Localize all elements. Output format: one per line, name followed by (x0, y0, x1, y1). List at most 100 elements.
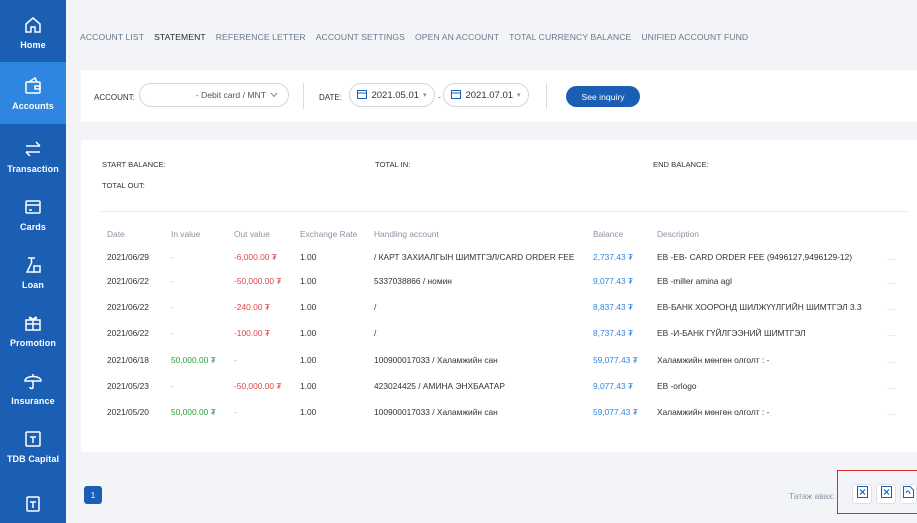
row-more-button[interactable]: ... (887, 302, 897, 312)
cell-handling-account: 100900017033 / Халамжийн сан (374, 407, 498, 417)
cell-balance: 9,077.43 ₮ (593, 276, 634, 286)
date-from-value: 2021.05.01 (371, 89, 420, 101)
see-inquiry-button[interactable]: See inquiry (566, 86, 640, 107)
column-header-description: Description (657, 229, 699, 239)
table-row[interactable]: 2021/06/22 - -100.00 ₮ 1.00 / 8,737.43 ₮ ЕВ -И… (81, 322, 917, 346)
date-label: DATE: (319, 93, 342, 102)
cell-description: Халамжийн мөнгөн олголт : - (657, 407, 770, 417)
tab-account-settings[interactable]: ACCOUNT SETTINGS (316, 32, 405, 46)
sidebar-item-promotion[interactable]: Promotion (0, 302, 66, 358)
cell-in-value: - (171, 302, 174, 312)
divider (303, 83, 304, 109)
date-from-picker[interactable]: 2021.05.01 ▾ (349, 83, 435, 107)
column-header-handling-account: Handling account (374, 229, 439, 239)
end-balance-label: END BALANCE: (653, 160, 709, 169)
cell-date: 2021/06/22 (107, 276, 149, 286)
cell-date: 2021/06/22 (107, 302, 149, 312)
sidebar: Home Accounts Transaction Cards Loan Pro… (0, 0, 66, 523)
cell-balance: 2,737.43 ₮ (593, 252, 634, 262)
sidebar-item-documents[interactable] (0, 478, 66, 523)
cell-handling-account: 423024425 / АМИНА ЭНХБААТАР (374, 381, 505, 391)
cell-exchange-rate: 1.00 (300, 355, 317, 365)
sidebar-item-label: Insurance (11, 396, 55, 406)
sidebar-item-cards[interactable]: Cards (0, 186, 66, 242)
download-highlight-box (837, 470, 917, 514)
cell-out-value: -240.00 ₮ (234, 302, 270, 312)
tab-statement[interactable]: STATEMENT (154, 32, 206, 46)
cell-out-value: -50,000.00 ₮ (234, 276, 282, 286)
download-label: Татаж авах: (789, 491, 835, 501)
filter-panel: ACCOUNT: - Debit card / MNT DATE: 2021.0… (81, 70, 917, 122)
sidebar-item-loan[interactable]: Loan (0, 244, 66, 300)
cell-date: 2021/05/23 (107, 381, 149, 391)
cell-out-value: -6,000.00 ₮ (234, 252, 277, 262)
row-more-button[interactable]: ... (887, 252, 897, 262)
cell-exchange-rate: 1.00 (300, 302, 317, 312)
cell-handling-account: 100900017033 / Халамжийн сан (374, 355, 498, 365)
row-more-button[interactable]: ... (887, 355, 897, 365)
cell-out-value: -100.00 ₮ (234, 328, 270, 338)
divider (546, 83, 547, 109)
date-to-picker[interactable]: 2021.07.01 ▾ (443, 83, 529, 107)
cell-out-value: - (234, 407, 237, 417)
sidebar-item-tdb-capital[interactable]: TDB Capital (0, 418, 66, 474)
tab-account-list[interactable]: ACCOUNT LIST (80, 32, 144, 46)
home-icon (22, 14, 44, 36)
tab-total-currency-balance[interactable]: TOTAL CURRENCY BALANCE (509, 32, 631, 46)
row-more-button[interactable]: ... (887, 381, 897, 391)
statement-tabs: ACCOUNT LIST STATEMENT REFERENCE LETTER … (80, 32, 758, 46)
table-row[interactable]: 2021/06/18 50,000.00 ₮ - 1.00 100900017033 /… (81, 349, 917, 373)
column-header-out-value: Out value (234, 229, 270, 239)
row-more-button[interactable]: ... (887, 276, 897, 286)
cell-description: ЕВ-БАНК ХООРОНД ШИЛЖҮҮЛГИЙН ШИМТГЭЛ 3.3 (657, 302, 862, 312)
total-in-label: TOTAL IN: (375, 160, 411, 169)
cell-handling-account: / (374, 328, 377, 338)
table-row[interactable]: 2021/06/29 - -6,000.00 ₮ 1.00 / КАРТ ЗАХИАЛГ… (81, 246, 917, 270)
cell-exchange-rate: 1.00 (300, 407, 317, 417)
gift-icon (22, 312, 44, 334)
row-more-button[interactable]: ... (887, 328, 897, 338)
account-label: ACCOUNT: (94, 93, 135, 102)
cell-exchange-rate: 1.00 (300, 328, 317, 338)
capital-icon (22, 428, 44, 450)
cell-balance: 8,737.43 ₮ (593, 328, 634, 338)
table-row[interactable]: 2021/05/23 - -50,000.00 ₮ 1.00 423024425 / А… (81, 375, 917, 399)
tab-unified-account-fund[interactable]: UNIFIED ACCOUNT FUND (641, 32, 748, 46)
tab-open-an-account[interactable]: OPEN AN ACCOUNT (415, 32, 499, 46)
caret-down-icon: ▾ (423, 92, 427, 99)
cell-description: EB -EB- CARD ORDER FEE (9496127,9496129-… (657, 252, 853, 262)
tab-reference-letter[interactable]: REFERENCE LETTER (216, 32, 306, 46)
cell-exchange-rate: 1.00 (300, 381, 317, 391)
pagination-page-button[interactable]: 1 (84, 486, 102, 504)
card-icon (22, 196, 44, 218)
cell-date: 2021/05/20 (107, 407, 149, 417)
start-balance-label: START BALANCE: (102, 160, 166, 169)
sidebar-item-label: Promotion (10, 338, 56, 348)
account-select-value: - Debit card / MNT (195, 90, 266, 100)
cell-balance: 59,077.43 ₮ (593, 407, 638, 417)
row-more-button[interactable]: ... (887, 407, 897, 417)
loan-icon (22, 254, 44, 276)
cell-description: EB -orlogo (657, 381, 697, 391)
sidebar-item-insurance[interactable]: Insurance (0, 360, 66, 416)
document-icon (22, 493, 44, 515)
sidebar-item-transaction[interactable]: Transaction (0, 128, 66, 184)
cell-out-value: - (234, 355, 237, 365)
cell-handling-account: / (374, 302, 377, 312)
total-out-label: TOTAL OUT: (102, 181, 145, 190)
sidebar-item-home[interactable]: Home (0, 4, 66, 60)
cell-handling-account: / КАРТ ЗАХИАЛГЫН ШИМТГЭЛ/CARD ORDER FEE (374, 252, 575, 262)
cell-balance: 8,837.43 ₮ (593, 302, 634, 312)
sidebar-item-label: Cards (19, 222, 46, 232)
cell-out-value: -50,000.00 ₮ (234, 381, 282, 391)
chevron-down-icon (270, 90, 278, 100)
calendar-icon (451, 89, 462, 102)
account-select[interactable]: - Debit card / MNT (139, 83, 289, 107)
cell-balance: 59,077.43 ₮ (593, 355, 638, 365)
table-row[interactable]: 2021/06/22 - -240.00 ₮ 1.00 / 8,837.43 ₮ ЕВ-БА… (81, 296, 917, 320)
date-to-value: 2021.07.01 (465, 89, 514, 101)
table-row[interactable]: 2021/06/22 - -50,000.00 ₮ 1.00 5337038866 / … (81, 270, 917, 294)
table-row[interactable]: 2021/05/20 50,000.00 ₮ - 1.00 100900017033 /… (81, 401, 917, 425)
sidebar-item-accounts[interactable]: Accounts (0, 62, 66, 124)
transfer-arrows-icon (22, 138, 44, 160)
